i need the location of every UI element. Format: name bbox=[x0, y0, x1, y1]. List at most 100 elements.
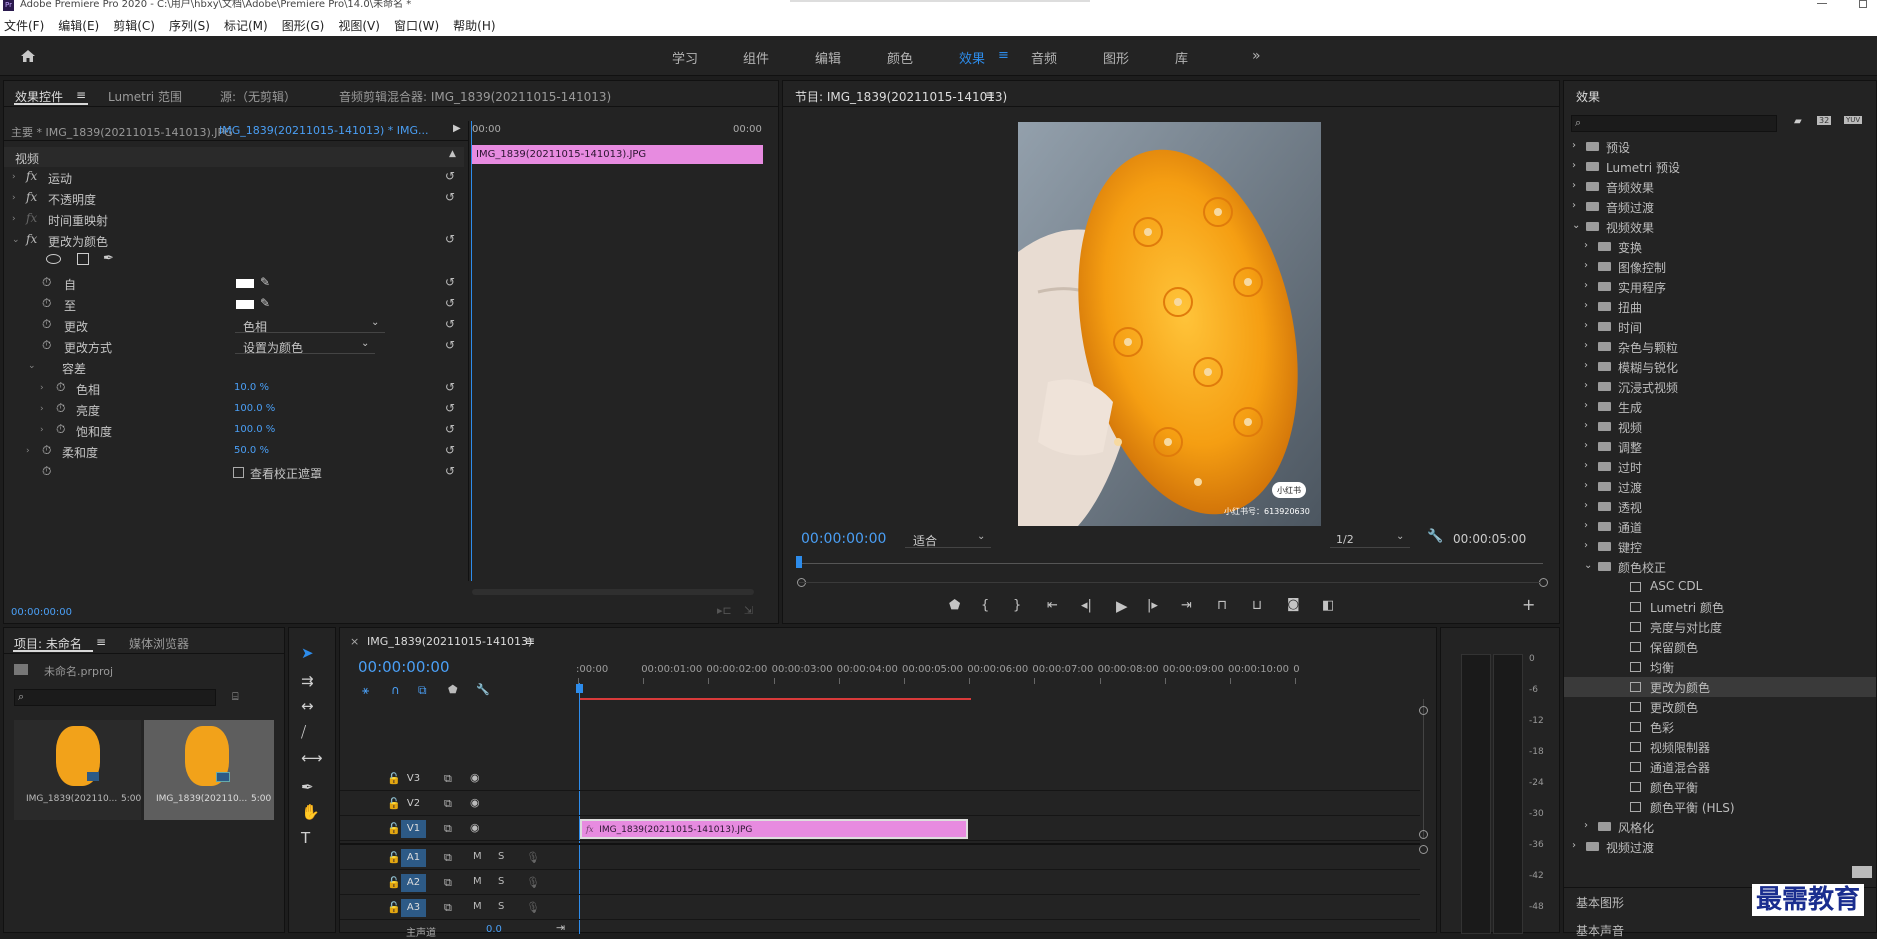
effects-tree-item[interactable]: › 过时 bbox=[1564, 457, 1876, 477]
zoom-bar[interactable] bbox=[799, 582, 1541, 583]
timeline-timecode[interactable]: 00:00:00:00 bbox=[358, 658, 450, 676]
audio-scroll-handle[interactable] bbox=[1419, 845, 1428, 854]
rectangle-mask-icon[interactable] bbox=[77, 253, 89, 265]
lift-icon[interactable]: ⊓ bbox=[1217, 598, 1227, 613]
master-track-value[interactable]: 0.0 bbox=[486, 924, 502, 935]
hue-value[interactable]: 10.0 % bbox=[234, 382, 269, 393]
essential-graphics-tab[interactable]: 基本图形 bbox=[1576, 894, 1624, 911]
expand-icon[interactable]: › bbox=[1584, 380, 1588, 391]
razor-tool-icon[interactable]: ⧸ bbox=[301, 723, 306, 741]
microphone-icon[interactable]: 🎙 bbox=[526, 876, 540, 889]
effects-tree-item[interactable]: › 风格化 bbox=[1564, 817, 1876, 837]
effects-tree-item[interactable]: › 视频 bbox=[1564, 417, 1876, 437]
reset-icon[interactable]: ↺ bbox=[445, 380, 455, 394]
effects-tree-item[interactable]: › 变换 bbox=[1564, 237, 1876, 257]
workspace-learn[interactable]: 学习 bbox=[672, 48, 698, 67]
panel-menu-icon[interactable]: ≡ bbox=[76, 88, 86, 102]
expand-icon[interactable]: › bbox=[1584, 820, 1588, 831]
reset-icon[interactable]: ↺ bbox=[445, 275, 455, 289]
timeline-settings-wrench-icon[interactable]: 🔧 bbox=[476, 683, 490, 696]
effects-tree-item[interactable]: ⌄ 视频效果 bbox=[1564, 217, 1876, 237]
expand-icon[interactable]: › bbox=[1572, 180, 1576, 191]
effects-tree-item[interactable]: › 预设 bbox=[1564, 137, 1876, 157]
menu-view[interactable]: 视图(V) bbox=[334, 12, 384, 34]
project-search-input[interactable]: ⌕ bbox=[14, 689, 216, 706]
play-only-icon[interactable]: ▶ bbox=[453, 123, 461, 134]
expand-icon[interactable]: › bbox=[1584, 280, 1588, 291]
workspace-editing[interactable]: 编辑 bbox=[815, 48, 841, 67]
expand-icon[interactable]: › bbox=[1584, 480, 1588, 491]
expand-icon[interactable]: › bbox=[1572, 160, 1576, 171]
panel-menu-icon[interactable]: ≡ bbox=[525, 634, 535, 648]
project-item-selected[interactable]: IMG_1839(202110... 5:00 bbox=[144, 720, 274, 820]
collapse-up-icon[interactable]: ▲ bbox=[449, 149, 456, 159]
change-dropdown[interactable]: 色相 ⌄ bbox=[235, 317, 385, 334]
mute-button[interactable]: M bbox=[473, 901, 482, 912]
solo-button[interactable]: S bbox=[498, 851, 504, 862]
pen-mask-icon[interactable]: ✒ bbox=[103, 251, 114, 266]
microphone-icon[interactable]: 🎙 bbox=[526, 851, 540, 864]
timeline-tab[interactable]: IMG_1839(20211015-141013) bbox=[367, 635, 532, 648]
ripple-edit-tool-icon[interactable]: ↔ bbox=[301, 697, 314, 715]
lock-icon[interactable]: 🔓 bbox=[387, 822, 401, 835]
reset-icon[interactable]: ↺ bbox=[445, 464, 455, 478]
workspace-graphics[interactable]: 图形 bbox=[1103, 48, 1129, 67]
track-target-v2[interactable]: V2 bbox=[401, 795, 426, 813]
sync-lock-icon[interactable]: ⧉ bbox=[444, 901, 452, 915]
reset-icon[interactable]: ↺ bbox=[445, 443, 455, 457]
home-icon[interactable] bbox=[20, 49, 36, 63]
menu-edit[interactable]: 编辑(E) bbox=[54, 12, 103, 34]
solo-button[interactable]: S bbox=[498, 876, 504, 887]
eyedropper-icon[interactable]: ✎ bbox=[260, 275, 270, 289]
menu-file[interactable]: 文件(F) bbox=[0, 12, 48, 34]
effect-row-motion[interactable]: › fx 运动 ↺ bbox=[4, 167, 464, 187]
program-scrub-line[interactable] bbox=[799, 563, 1543, 564]
track-target-v3[interactable]: V3 bbox=[401, 770, 426, 788]
pen-tool-icon[interactable]: ✒ bbox=[301, 778, 314, 796]
menu-window[interactable]: 窗口(W) bbox=[390, 12, 443, 34]
filter-icon[interactable]: ▸⊏ bbox=[717, 604, 732, 617]
timeline-clip-v1[interactable]: fx IMG_1839(20211015-141013).JPG bbox=[580, 819, 968, 839]
effect-row-change-to-color[interactable]: ⌄ fx 更改为颜色 ↺ bbox=[4, 230, 464, 250]
reset-icon[interactable]: ↺ bbox=[445, 296, 455, 310]
expand-icon[interactable]: › bbox=[1584, 520, 1588, 531]
sync-lock-icon[interactable]: ⧉ bbox=[444, 772, 452, 786]
collapse-icon[interactable]: ⌄ bbox=[12, 235, 20, 245]
color-swatch-from[interactable] bbox=[236, 279, 254, 288]
effects-tree-item[interactable]: › 调整 bbox=[1564, 437, 1876, 457]
effects-tree-item[interactable]: 更改为颜色 bbox=[1564, 677, 1876, 697]
effects-tree-item[interactable]: › 键控 bbox=[1564, 537, 1876, 557]
32bit-filter-icon[interactable]: 32 bbox=[1817, 116, 1832, 125]
mute-button[interactable]: M bbox=[473, 876, 482, 887]
track-target-a2[interactable]: A2 bbox=[401, 874, 426, 892]
effects-tree-item[interactable]: › 过渡 bbox=[1564, 477, 1876, 497]
fx-icon[interactable]: fx bbox=[26, 232, 37, 246]
menu-clip[interactable]: 剪辑(C) bbox=[109, 12, 159, 34]
expand-icon[interactable]: › bbox=[1584, 460, 1588, 471]
effects-tree-item[interactable]: › 实用程序 bbox=[1564, 277, 1876, 297]
eye-icon[interactable]: ◉ bbox=[470, 796, 480, 809]
hand-tool-icon[interactable]: ✋ bbox=[301, 803, 320, 821]
collapse-icon[interactable]: ⌄ bbox=[1584, 560, 1592, 571]
expand-icon[interactable]: › bbox=[12, 172, 16, 182]
expand-icon[interactable]: › bbox=[40, 383, 44, 393]
effects-search-input[interactable]: ⌕ bbox=[1571, 115, 1777, 132]
eyedropper-icon[interactable]: ✎ bbox=[260, 296, 270, 310]
accelerated-effects-icon[interactable]: ▰ bbox=[1794, 116, 1802, 127]
effects-tree-item[interactable]: 色彩 bbox=[1564, 717, 1876, 737]
effects-tree-item[interactable]: 保留颜色 bbox=[1564, 637, 1876, 657]
expand-icon[interactable]: › bbox=[26, 446, 30, 456]
change-by-dropdown[interactable]: 设置为颜色 ⌄ bbox=[235, 338, 375, 355]
expand-icon[interactable]: › bbox=[12, 214, 16, 224]
comparison-view-icon[interactable]: ◧ bbox=[1322, 598, 1334, 613]
program-title[interactable]: 节目: IMG_1839(20211015-141013) bbox=[795, 88, 1007, 105]
effects-tree-item[interactable]: 视频限制器 bbox=[1564, 737, 1876, 757]
lock-icon[interactable]: 🔓 bbox=[387, 901, 401, 914]
step-forward-icon[interactable]: |▸ bbox=[1147, 598, 1158, 613]
go-to-end-icon[interactable]: ⇥ bbox=[556, 921, 565, 934]
workspace-effects[interactable]: 效果 bbox=[959, 48, 985, 67]
workspace-menu-icon[interactable]: ≡ bbox=[998, 48, 1009, 63]
workspace-more-icon[interactable]: » bbox=[1252, 48, 1261, 64]
effects-tree-item[interactable]: › Lumetri 预设 bbox=[1564, 157, 1876, 177]
workspace-assembly[interactable]: 组件 bbox=[743, 48, 769, 67]
